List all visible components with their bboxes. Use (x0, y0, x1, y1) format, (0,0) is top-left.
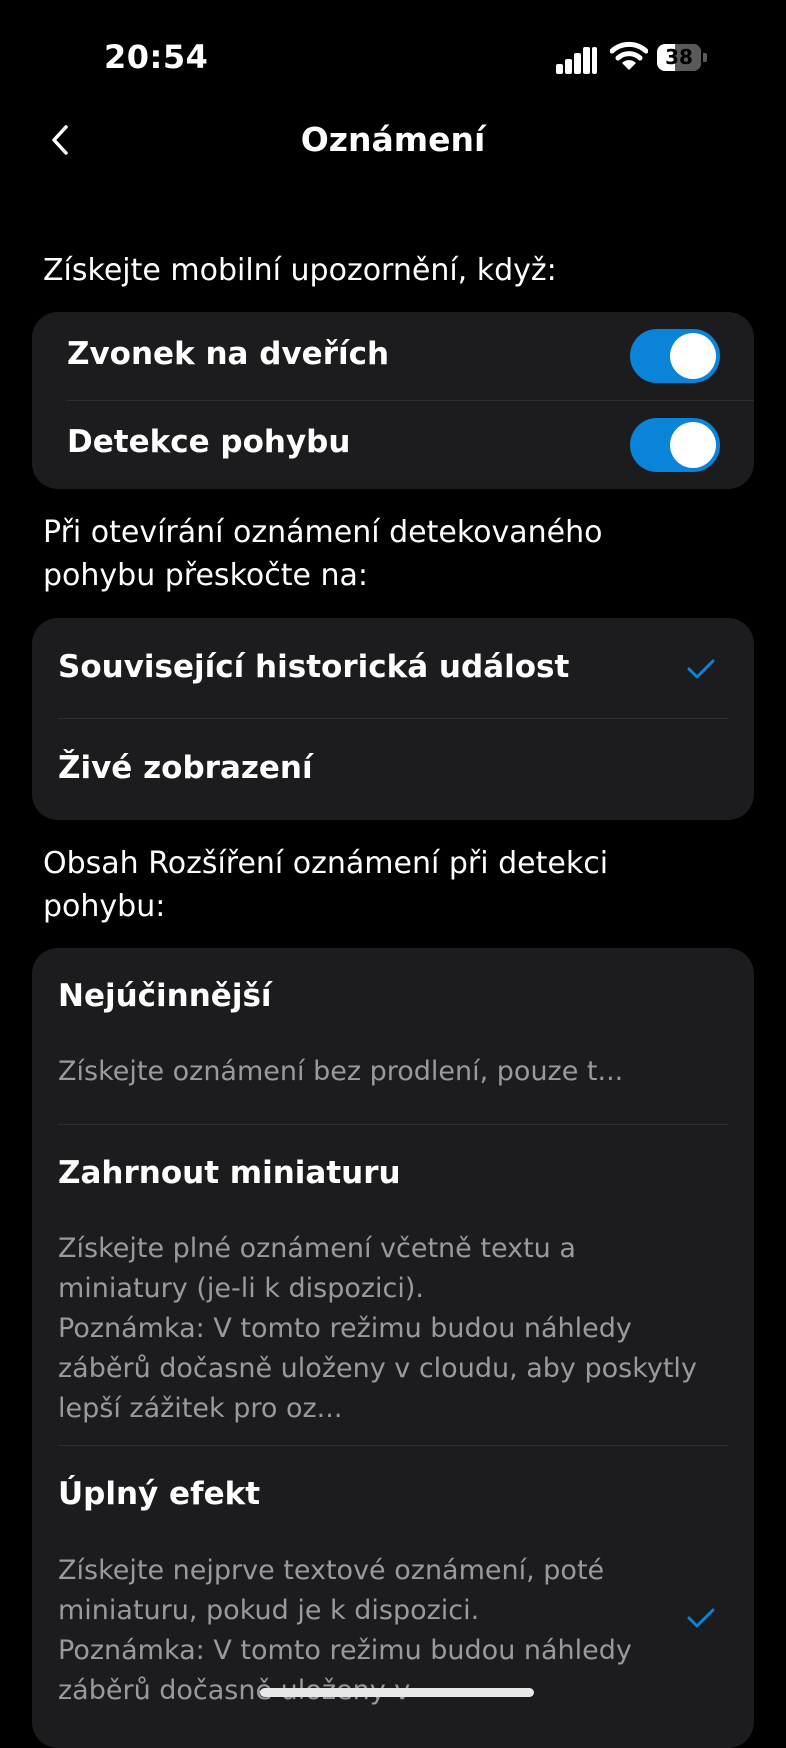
motion-label: Detekce pohybu (67, 424, 351, 460)
checkmark-icon (687, 659, 715, 679)
checkmark-icon (687, 1608, 715, 1628)
nav-bar: Oznámení (0, 110, 786, 170)
jump-card: Související historická událost Živé zobr… (32, 618, 754, 820)
efficient-title: Nejúčinnější (58, 978, 272, 1014)
battery-percent: 38 (665, 45, 693, 69)
page-title: Oznámení (300, 120, 486, 159)
content-option-efficient[interactable]: Nejúčinnější Získejte oznámení bez prodl… (32, 948, 754, 1124)
content-section-label: Obsah Rozšíření oznámení při detekci poh… (43, 846, 609, 924)
efficient-desc: Získejte oznámení bez prodlení, pouze t.… (58, 1056, 624, 1087)
jump-section-label: Při otevírání oznámení detekovaného pohy… (43, 515, 603, 593)
motion-detection-toggle[interactable] (630, 418, 720, 472)
doorbell-toggle[interactable] (630, 329, 720, 383)
history-event-label: Související historická událost (58, 649, 570, 685)
full-effect-desc: Získejte nejprve textové oznámení, poté … (58, 1555, 632, 1706)
status-time: 20:54 (104, 38, 209, 76)
wifi-icon (610, 41, 648, 70)
home-indicator[interactable] (260, 1688, 534, 1697)
cellular-signal-icon (556, 44, 598, 74)
full-effect-title: Úplný efekt (58, 1476, 261, 1512)
jump-option-history[interactable]: Související historická událost (32, 618, 754, 719)
thumbnail-title: Zahrnout miniaturu (58, 1155, 401, 1191)
thumbnail-desc: Získejte plné oznámení včetně textu a mi… (58, 1233, 697, 1424)
battery-icon: 38 (657, 44, 707, 71)
content-card: Nejúčinnější Získejte oznámení bez prodl… (32, 948, 754, 1748)
toggle-row-motion[interactable]: Detekce pohybu (32, 401, 754, 489)
content-option-thumbnail[interactable]: Zahrnout miniaturu Získejte plné oznámen… (32, 1125, 754, 1445)
status-bar: 20:54 38 (0, 0, 786, 110)
toggle-row-doorbell[interactable]: Zvonek na dveřích (32, 312, 754, 400)
notify-section-label: Získejte mobilní upozornění, když: (43, 253, 557, 288)
live-view-label: Živé zobrazení (58, 750, 313, 786)
doorbell-label: Zvonek na dveřích (67, 336, 390, 372)
notify-card: Zvonek na dveřích Detekce pohybu (32, 312, 754, 489)
content-option-full[interactable]: Úplný efekt Získejte nejprve textové ozn… (32, 1446, 754, 1746)
jump-option-live[interactable]: Živé zobrazení (32, 719, 754, 820)
